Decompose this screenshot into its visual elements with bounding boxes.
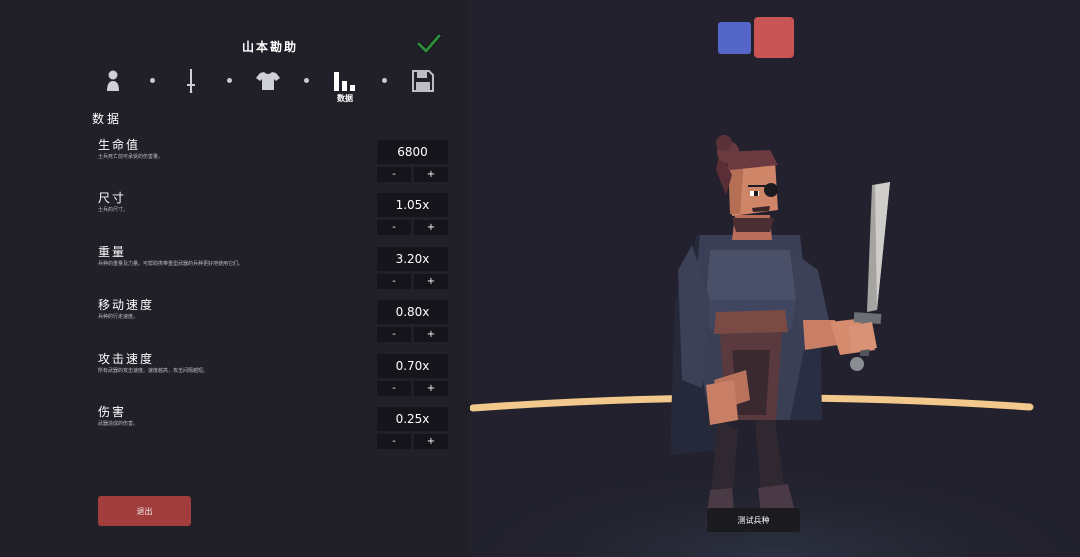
- team-red-button[interactable]: [754, 17, 794, 58]
- increase-button[interactable]: +: [414, 274, 448, 289]
- increase-button[interactable]: +: [414, 381, 448, 396]
- stat-description: 所有武器的攻击速度。速度越高，攻击间隔越短。: [98, 368, 209, 374]
- shirt-icon: [256, 72, 280, 90]
- stat-description: 士兵死亡前可承受的伤害量。: [98, 154, 164, 160]
- test-unit-button[interactable]: 测试兵种: [707, 508, 800, 532]
- tab-weapons[interactable]: [176, 66, 206, 96]
- decrease-button[interactable]: -: [377, 434, 411, 449]
- unit-name: 山本勘助: [241, 40, 298, 54]
- stat-label: 生命值: [98, 138, 141, 152]
- tab-stats[interactable]: [330, 66, 360, 96]
- save-icon: [412, 70, 434, 92]
- increase-button[interactable]: +: [414, 327, 448, 342]
- tab-separator-dot: [227, 78, 232, 83]
- tab-separator-dot: [304, 78, 309, 83]
- stats-icon: [334, 72, 355, 91]
- increase-button[interactable]: +: [414, 434, 448, 449]
- section-title: 数据: [92, 112, 123, 126]
- decrease-button[interactable]: -: [377, 381, 411, 396]
- decrease-button[interactable]: -: [377, 327, 411, 342]
- tab-stats-label: 数据: [337, 94, 353, 103]
- stat-label: 伤害: [98, 405, 127, 419]
- tab-separator-dot: [150, 78, 155, 83]
- stat-value-field[interactable]: 3.20x: [377, 247, 448, 271]
- stat-description: 武器造成的伤害。: [98, 421, 139, 427]
- tab-separator-dot: [382, 78, 387, 83]
- stat-label: 重量: [98, 245, 127, 259]
- stat-description: 兵种的重量及力量。可帮助携带重型武器的兵种更好地使用它们。: [98, 261, 244, 267]
- editor-tabs: [0, 66, 470, 106]
- team-blue-button[interactable]: [718, 22, 751, 54]
- stat-value-field[interactable]: 0.70x: [377, 354, 448, 378]
- decrease-button[interactable]: -: [377, 274, 411, 289]
- stat-value-field[interactable]: 0.80x: [377, 300, 448, 324]
- person-icon: [107, 70, 119, 91]
- tab-appearance[interactable]: [98, 66, 128, 96]
- decrease-button[interactable]: -: [377, 167, 411, 182]
- exit-button[interactable]: 退出: [98, 496, 191, 526]
- tab-clothing[interactable]: [253, 66, 283, 96]
- stat-label: 尺寸: [98, 191, 127, 205]
- sword-icon: [187, 69, 195, 93]
- increase-button[interactable]: +: [414, 220, 448, 235]
- stat-description: 士兵的尺寸。: [98, 207, 129, 213]
- stat-label: 攻击速度: [98, 352, 155, 366]
- check-icon[interactable]: [417, 33, 441, 55]
- stat-label: 移动速度: [98, 298, 155, 312]
- decrease-button[interactable]: -: [377, 220, 411, 235]
- stat-value-field[interactable]: 0.25x: [377, 407, 448, 431]
- stat-value-field[interactable]: 6800: [377, 140, 448, 164]
- unit-preview-scene: [470, 135, 1080, 557]
- stat-description: 兵种的行走速度。: [98, 314, 139, 320]
- tab-save[interactable]: [408, 66, 438, 96]
- stat-value-field[interactable]: 1.05x: [377, 193, 448, 217]
- increase-button[interactable]: +: [414, 167, 448, 182]
